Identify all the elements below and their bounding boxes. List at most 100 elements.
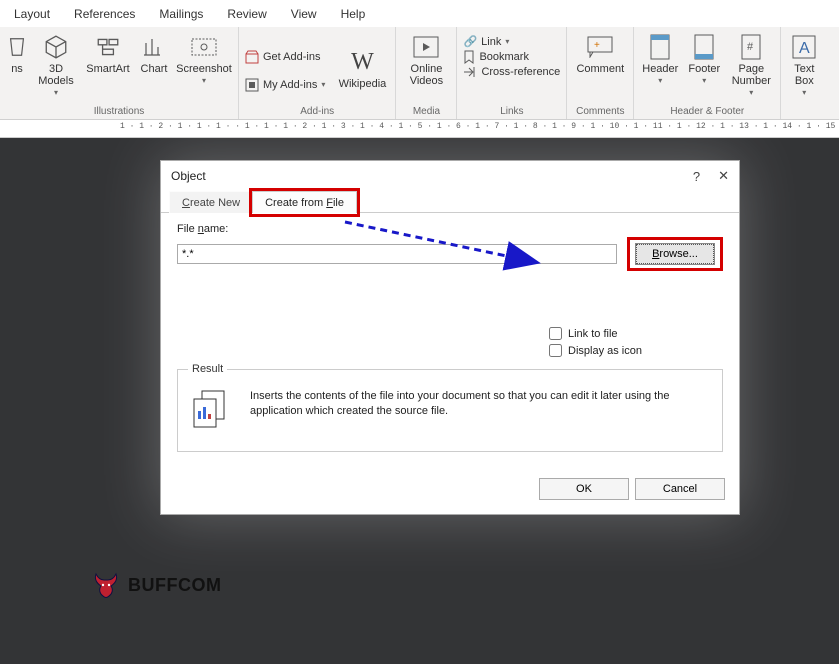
screenshot-button[interactable]: Screenshot ▾ bbox=[176, 33, 232, 86]
wikipedia-button[interactable]: W Wikipedia bbox=[335, 48, 389, 90]
link-button[interactable]: 🔗Link▾ bbox=[463, 35, 560, 48]
chart-button[interactable]: Chart bbox=[136, 33, 172, 75]
tab-mailings[interactable]: Mailings bbox=[159, 7, 203, 21]
bookmark-button[interactable]: Bookmark bbox=[463, 50, 560, 64]
display-as-icon-checkbox[interactable]: Display as icon bbox=[549, 344, 723, 357]
chart-label: Chart bbox=[141, 63, 168, 75]
close-button[interactable]: ✕ bbox=[718, 168, 729, 184]
my-addins-button[interactable]: My Add-ins ▾ bbox=[245, 78, 325, 92]
footer-label: Footer bbox=[688, 63, 720, 75]
bull-icon bbox=[92, 570, 120, 600]
header-button[interactable]: Header ▾ bbox=[640, 33, 680, 86]
group-addins: Get Add-ins My Add-ins ▾ W Wikipedia Add… bbox=[239, 27, 396, 119]
footer-button[interactable]: Footer ▾ bbox=[684, 33, 724, 86]
online-videos-button[interactable]: Online Videos bbox=[402, 33, 450, 87]
comment-icon: + bbox=[586, 33, 614, 61]
tab-create-new[interactable]: Create New bbox=[169, 191, 253, 213]
crossref-icon bbox=[463, 66, 477, 78]
icons-label: ns bbox=[11, 63, 23, 75]
chevron-down-icon: ▾ bbox=[54, 89, 58, 98]
ruler-marks: 1 · 1 · 2 · 1 · 1 · 1 · · 1 · 1 · 1 · 2 … bbox=[120, 122, 839, 131]
tab-review[interactable]: Review bbox=[227, 7, 266, 21]
group-media: Online Videos Media bbox=[396, 27, 457, 119]
text-box-label: Text Box bbox=[794, 63, 814, 87]
wikipedia-label: Wikipedia bbox=[339, 78, 387, 90]
browse-button[interactable]: Browse... bbox=[636, 244, 714, 264]
display-as-icon-label: Display as icon bbox=[568, 345, 642, 357]
header-label: Header bbox=[642, 63, 678, 75]
store-icon bbox=[245, 50, 259, 64]
screenshot-icon bbox=[190, 33, 218, 61]
link-to-file-checkbox[interactable]: Link to file bbox=[549, 327, 723, 340]
smartart-button[interactable]: SmartArt bbox=[84, 33, 132, 75]
tab-view[interactable]: View bbox=[291, 7, 317, 21]
group-label-text bbox=[787, 117, 821, 119]
3d-models-label: 3D Models bbox=[38, 63, 73, 87]
link-label: Link bbox=[481, 36, 501, 48]
link-icon: 🔗 bbox=[463, 35, 477, 48]
svg-text:+: + bbox=[594, 40, 600, 51]
page-number-button[interactable]: # Page Number ▾ bbox=[728, 33, 774, 98]
get-addins-button[interactable]: Get Add-ins bbox=[245, 50, 325, 64]
chevron-down-icon: ▾ bbox=[658, 77, 662, 86]
bookmark-icon bbox=[463, 50, 475, 64]
icons-button[interactable]: ns bbox=[6, 33, 28, 75]
watermark-logo: BUFFCOM bbox=[92, 570, 221, 600]
ok-button[interactable]: OK bbox=[539, 478, 629, 500]
wikipedia-icon: W bbox=[348, 48, 376, 76]
crossref-button[interactable]: Cross-reference bbox=[463, 66, 560, 78]
chevron-down-icon: ▾ bbox=[202, 77, 206, 86]
smartart-icon bbox=[94, 33, 122, 61]
crossref-label: Cross-reference bbox=[481, 66, 560, 78]
result-icon bbox=[188, 389, 236, 429]
chevron-down-icon: ▾ bbox=[702, 77, 706, 86]
cancel-button[interactable]: Cancel bbox=[635, 478, 725, 500]
tab-create-from-file[interactable]: Create from File bbox=[252, 191, 357, 213]
highlight-annotation: Browse... bbox=[627, 237, 723, 271]
svg-text:A: A bbox=[799, 40, 810, 57]
group-headerfooter: Header ▾ Footer ▾ # Page Number ▾ Header & … bbox=[634, 27, 781, 119]
get-addins-label: Get Add-ins bbox=[263, 51, 320, 63]
chart-icon bbox=[140, 33, 168, 61]
checkbox-icon[interactable] bbox=[549, 344, 562, 357]
file-name-label: File name: bbox=[177, 223, 723, 235]
tab-references[interactable]: References bbox=[74, 7, 135, 21]
header-icon bbox=[646, 33, 674, 61]
video-icon bbox=[412, 33, 440, 61]
addins-icon bbox=[245, 78, 259, 92]
group-label-comments: Comments bbox=[573, 106, 627, 119]
icons-icon bbox=[3, 33, 31, 61]
cube-icon bbox=[42, 33, 70, 61]
result-box: Result Inserts the contents of the file … bbox=[177, 363, 723, 452]
bookmark-label: Bookmark bbox=[479, 51, 529, 63]
online-videos-label: Online Videos bbox=[410, 63, 443, 87]
comment-button[interactable]: + Comment bbox=[573, 33, 627, 75]
group-label-addins: Add-ins bbox=[245, 106, 389, 119]
dialog-tabs: Create New Create from File bbox=[161, 191, 739, 213]
group-label-media: Media bbox=[402, 106, 450, 119]
page-number-label: Page Number bbox=[732, 63, 771, 87]
watermark-text: BUFFCOM bbox=[128, 575, 221, 596]
help-button[interactable]: ? bbox=[693, 169, 700, 184]
svg-text:#: # bbox=[747, 41, 754, 53]
chevron-down-icon: ▾ bbox=[749, 89, 753, 98]
group-comments: + Comment Comments bbox=[567, 27, 634, 119]
chevron-down-icon: ▾ bbox=[802, 89, 806, 98]
text-box-button[interactable]: A Text Box ▾ bbox=[787, 33, 821, 98]
screenshot-label: Screenshot bbox=[176, 63, 232, 75]
group-text: A Text Box ▾ bbox=[781, 27, 827, 119]
file-name-input[interactable] bbox=[177, 244, 617, 264]
text-box-icon: A bbox=[790, 33, 818, 61]
group-label-headerfooter: Header & Footer bbox=[640, 106, 774, 119]
footer-icon bbox=[690, 33, 718, 61]
comment-label: Comment bbox=[576, 63, 624, 75]
group-label-illustrations: Illustrations bbox=[6, 106, 232, 119]
result-legend: Result bbox=[188, 363, 227, 375]
tab-help[interactable]: Help bbox=[341, 7, 366, 21]
dialog-titlebar: Object ? ✕ bbox=[161, 161, 739, 191]
3d-models-button[interactable]: 3D Models ▾ bbox=[32, 33, 80, 98]
smartart-label: SmartArt bbox=[86, 63, 129, 75]
tab-layout[interactable]: Layout bbox=[14, 7, 50, 21]
object-dialog: Object ? ✕ Create New Create from File F… bbox=[160, 160, 740, 515]
checkbox-icon[interactable] bbox=[549, 327, 562, 340]
